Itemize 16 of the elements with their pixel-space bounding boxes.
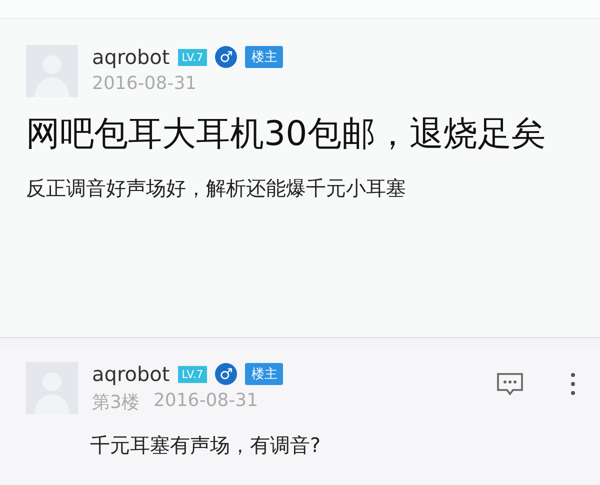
post-body: 反正调音好声场好，解析还能爆千元小耳塞 <box>26 174 407 202</box>
post-title: 网吧包耳大耳机30包邮，退烧足矣 <box>26 113 546 156</box>
username[interactable]: aqrobot <box>92 362 170 386</box>
username[interactable]: aqrobot <box>92 45 170 69</box>
level-badge: LV.7 <box>178 48 208 66</box>
op-badge: 楼主 <box>245 363 284 385</box>
more-icon[interactable] <box>570 372 576 396</box>
reply-date: 2016-08-31 <box>153 390 258 413</box>
floor-number: 第3楼 <box>92 391 140 414</box>
gender-badge: ♂ <box>215 46 238 68</box>
level-badge: LV.7 <box>178 366 208 382</box>
post-date: 2016-08-31 <box>92 73 197 94</box>
comment-icon[interactable] <box>496 372 524 396</box>
gender-badge: ♂ <box>215 363 238 385</box>
op-badge: 楼主 <box>245 46 284 68</box>
reply-text: 千元耳塞有声场，有调音? <box>90 432 322 459</box>
